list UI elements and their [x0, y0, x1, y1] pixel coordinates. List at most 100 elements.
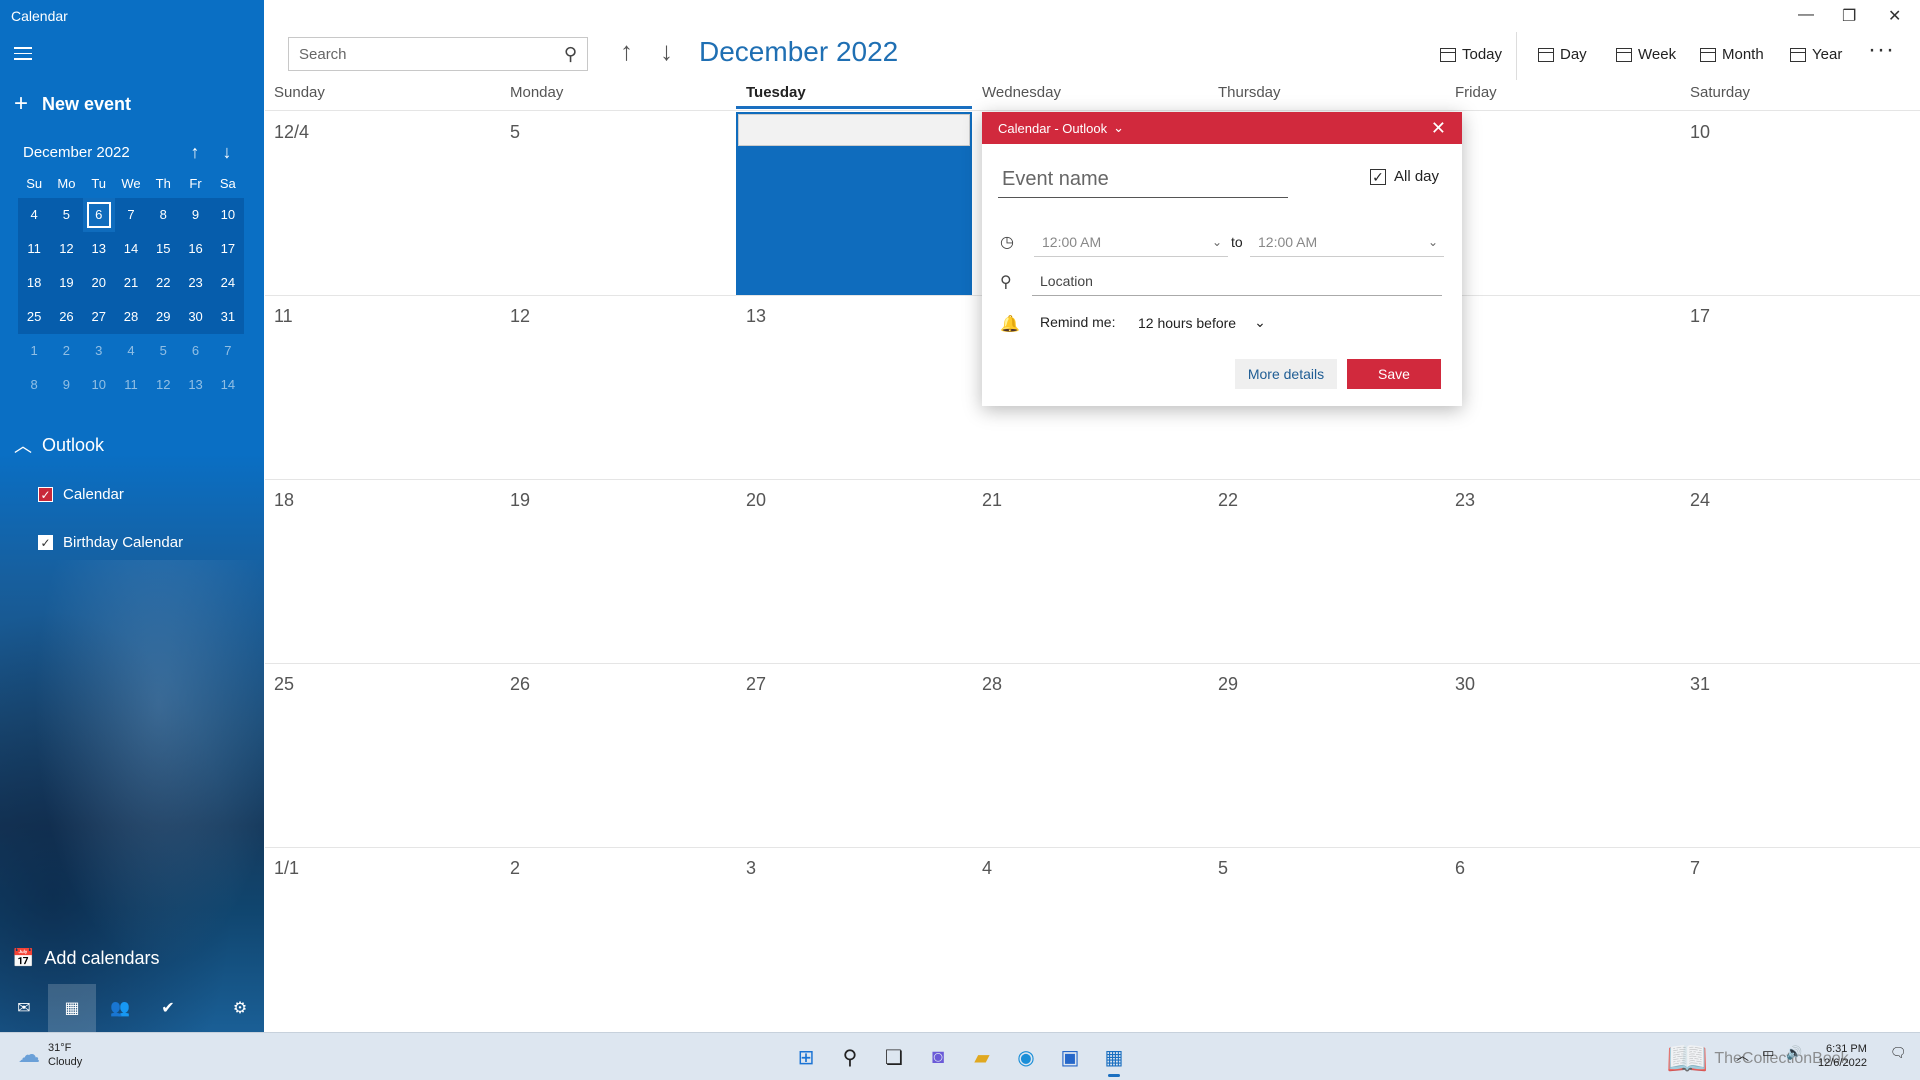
mini-calendar-day[interactable]: 4 — [18, 198, 50, 232]
mini-calendar-day[interactable]: 4 — [115, 334, 147, 368]
hamburger-menu-icon[interactable] — [14, 47, 32, 61]
taskbar-search-icon[interactable]: ⚲ — [834, 1041, 866, 1073]
day-cell-number[interactable]: 4 — [982, 858, 992, 879]
mini-calendar-day[interactable]: 29 — [147, 300, 179, 334]
day-cell-number[interactable]: 10 — [1690, 122, 1710, 143]
day-cell-number[interactable]: 18 — [274, 490, 294, 511]
minimize-button[interactable]: — — [1798, 6, 1814, 24]
mini-calendar-day[interactable]: 2 — [50, 334, 82, 368]
calendar-checkbox[interactable]: ✓ — [38, 487, 53, 502]
close-button[interactable]: ✕ — [1888, 6, 1901, 26]
mini-calendar-day[interactable]: 5 — [50, 198, 82, 232]
quick-event-input[interactable] — [738, 114, 970, 146]
birthday-calendar-checkbox[interactable]: ✓ — [38, 535, 53, 550]
close-icon[interactable]: ✕ — [1431, 118, 1446, 139]
day-cell-number[interactable]: 24 — [1690, 490, 1710, 511]
calendar-icon[interactable]: ▦ — [48, 984, 96, 1032]
day-cell-number[interactable]: 20 — [746, 490, 766, 511]
today-button[interactable]: Today — [1440, 46, 1502, 63]
mini-calendar-day[interactable]: 13 — [179, 368, 211, 402]
settings-icon[interactable]: ⚙ — [216, 984, 264, 1032]
mini-calendar-day[interactable]: 25 — [18, 300, 50, 334]
day-cell-number[interactable]: 7 — [1690, 858, 1700, 879]
start-time-select[interactable]: 12:00 AM ⌄ — [1034, 227, 1228, 257]
day-cell-number[interactable]: 31 — [1690, 674, 1710, 695]
tray-chevron-icon[interactable]: ︿ — [1736, 1045, 1749, 1064]
chat-icon[interactable]: ◙ — [922, 1041, 954, 1073]
day-cell-number[interactable]: 13 — [746, 306, 766, 327]
mini-calendar-day[interactable]: 9 — [50, 368, 82, 402]
calendar-item-birthday[interactable]: ✓ Birthday Calendar — [38, 534, 183, 551]
mini-calendar-day[interactable]: 1 — [18, 334, 50, 368]
mini-calendar-day[interactable]: 26 — [50, 300, 82, 334]
day-view-button[interactable]: Day — [1538, 46, 1587, 63]
mini-calendar-day[interactable]: 12 — [147, 368, 179, 402]
task-view-icon[interactable]: ❏ — [878, 1041, 910, 1073]
mini-calendar-day[interactable]: 3 — [83, 334, 115, 368]
day-cell-number[interactable]: 1/1 — [274, 858, 299, 879]
mini-calendar-day[interactable]: 9 — [179, 198, 211, 232]
more-details-button[interactable]: More details — [1235, 359, 1337, 389]
day-cell-number[interactable]: 27 — [746, 674, 766, 695]
notification-icon[interactable]: 🗨 — [1890, 1045, 1907, 1061]
mini-calendar-day[interactable]: 16 — [179, 232, 211, 266]
mini-calendar-day[interactable]: 7 — [212, 334, 244, 368]
mini-calendar-day[interactable]: 10 — [83, 368, 115, 402]
mini-calendar-next-icon[interactable]: ↓ — [211, 142, 243, 163]
mini-calendar-day[interactable]: 22 — [147, 266, 179, 300]
start-icon[interactable]: ⊞ — [790, 1041, 822, 1073]
day-cell-number[interactable]: 23 — [1455, 490, 1475, 511]
mini-calendar-day[interactable]: 6 — [179, 334, 211, 368]
more-options-icon[interactable]: ··· — [1868, 36, 1895, 64]
mini-calendar-day[interactable]: 31 — [212, 300, 244, 334]
search-input[interactable] — [299, 45, 564, 63]
event-name-input[interactable] — [998, 164, 1288, 198]
mini-calendar-day[interactable]: 15 — [147, 232, 179, 266]
weather-widget[interactable]: ☁ 31°F Cloudy — [18, 1041, 82, 1069]
week-view-button[interactable]: Week — [1616, 46, 1676, 63]
mini-calendar-day[interactable]: 14 — [212, 368, 244, 402]
network-icon[interactable]: ▭ — [1762, 1045, 1774, 1061]
day-cell-number[interactable]: 11 — [274, 306, 293, 327]
mini-calendar-day[interactable]: 13 — [83, 232, 115, 266]
mini-calendar-prev-icon[interactable]: ↑ — [179, 142, 211, 163]
mini-calendar-day[interactable]: 23 — [179, 266, 211, 300]
mini-calendar-day[interactable]: 27 — [83, 300, 115, 334]
mini-calendar-day[interactable]: 12 — [50, 232, 82, 266]
outlook-group-toggle[interactable]: ︿ Outlook — [14, 432, 104, 458]
day-cell-number[interactable]: 30 — [1455, 674, 1475, 695]
mini-calendar-day[interactable]: 17 — [212, 232, 244, 266]
day-cell-number[interactable]: 25 — [274, 674, 294, 695]
mini-calendar-day[interactable]: 14 — [115, 232, 147, 266]
mini-calendar-day[interactable]: 8 — [147, 198, 179, 232]
store-icon[interactable]: ▣ — [1054, 1041, 1086, 1073]
save-button[interactable]: Save — [1347, 359, 1441, 389]
mini-calendar-day[interactable]: 20 — [83, 266, 115, 300]
day-cell-number[interactable]: 17 — [1690, 306, 1710, 327]
new-event-button[interactable]: + New event — [14, 92, 131, 116]
clock[interactable]: 6:31 PM 12/6/2022 — [1818, 1042, 1867, 1070]
restore-button[interactable]: ❐ — [1842, 6, 1856, 26]
search-icon[interactable]: ⚲ — [564, 44, 577, 65]
next-month-icon[interactable]: ↓ — [660, 36, 673, 67]
todo-icon[interactable]: ✔ — [144, 984, 192, 1032]
day-cell-number[interactable]: 22 — [1218, 490, 1238, 511]
mini-calendar-day[interactable]: 11 — [115, 368, 147, 402]
day-cell-number[interactable]: 3 — [746, 858, 756, 879]
mini-calendar-day[interactable]: 8 — [18, 368, 50, 402]
end-time-select[interactable]: 12:00 AM ⌄ — [1250, 227, 1444, 257]
calendar-item-calendar[interactable]: ✓ Calendar — [38, 486, 124, 503]
calendar-selector[interactable]: Calendar - Outlook ⌄ — [998, 120, 1124, 136]
remind-select[interactable]: 12 hours before ⌄ — [1138, 314, 1266, 331]
day-cell-number[interactable]: 5 — [510, 122, 520, 143]
month-view-button[interactable]: Month — [1700, 46, 1764, 63]
add-calendars-button[interactable]: 📅 Add calendars — [12, 948, 160, 969]
mini-calendar-day[interactable]: 28 — [115, 300, 147, 334]
month-title[interactable]: December 2022 — [699, 36, 898, 68]
day-cell-number[interactable]: 12 — [510, 306, 530, 327]
year-view-button[interactable]: Year — [1790, 46, 1842, 63]
mini-calendar-day[interactable]: 18 — [18, 266, 50, 300]
mini-calendar-day[interactable]: 11 — [18, 232, 50, 266]
mini-calendar-day[interactable]: 19 — [50, 266, 82, 300]
mail-icon[interactable]: ✉ — [0, 984, 48, 1032]
